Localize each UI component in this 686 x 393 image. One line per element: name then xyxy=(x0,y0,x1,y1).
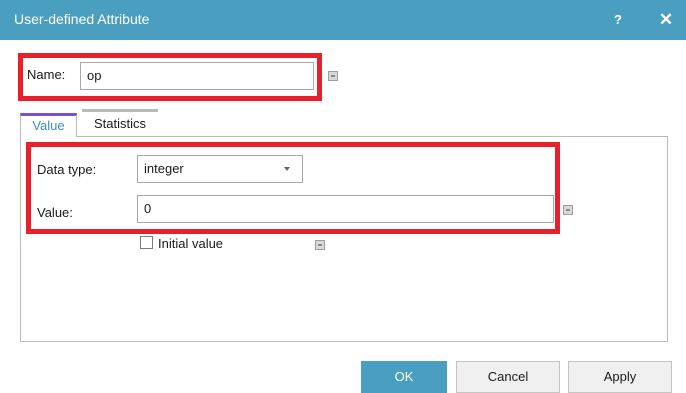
apply-button[interactable]: Apply xyxy=(568,361,672,393)
name-options-icon[interactable] xyxy=(328,71,338,81)
value-options-icon[interactable] xyxy=(563,205,573,215)
initial-value-label: Initial value xyxy=(158,236,224,251)
tab-value[interactable]: Value xyxy=(20,113,77,137)
help-button[interactable]: ? xyxy=(604,6,632,34)
tab-statistics[interactable]: Statistics xyxy=(82,109,158,135)
cancel-button[interactable]: Cancel xyxy=(456,361,560,393)
title-bar[interactable]: User-defined Attribute ? ✕ xyxy=(0,0,686,40)
window-title: User-defined Attribute xyxy=(14,11,150,27)
initial-value-options-icon[interactable] xyxy=(315,240,325,250)
close-button[interactable]: ✕ xyxy=(652,6,680,34)
name-highlight-box xyxy=(18,53,322,101)
value-highlight-box xyxy=(26,142,560,234)
ok-button[interactable]: OK xyxy=(361,361,447,393)
initial-value-checkbox[interactable] xyxy=(140,236,153,249)
